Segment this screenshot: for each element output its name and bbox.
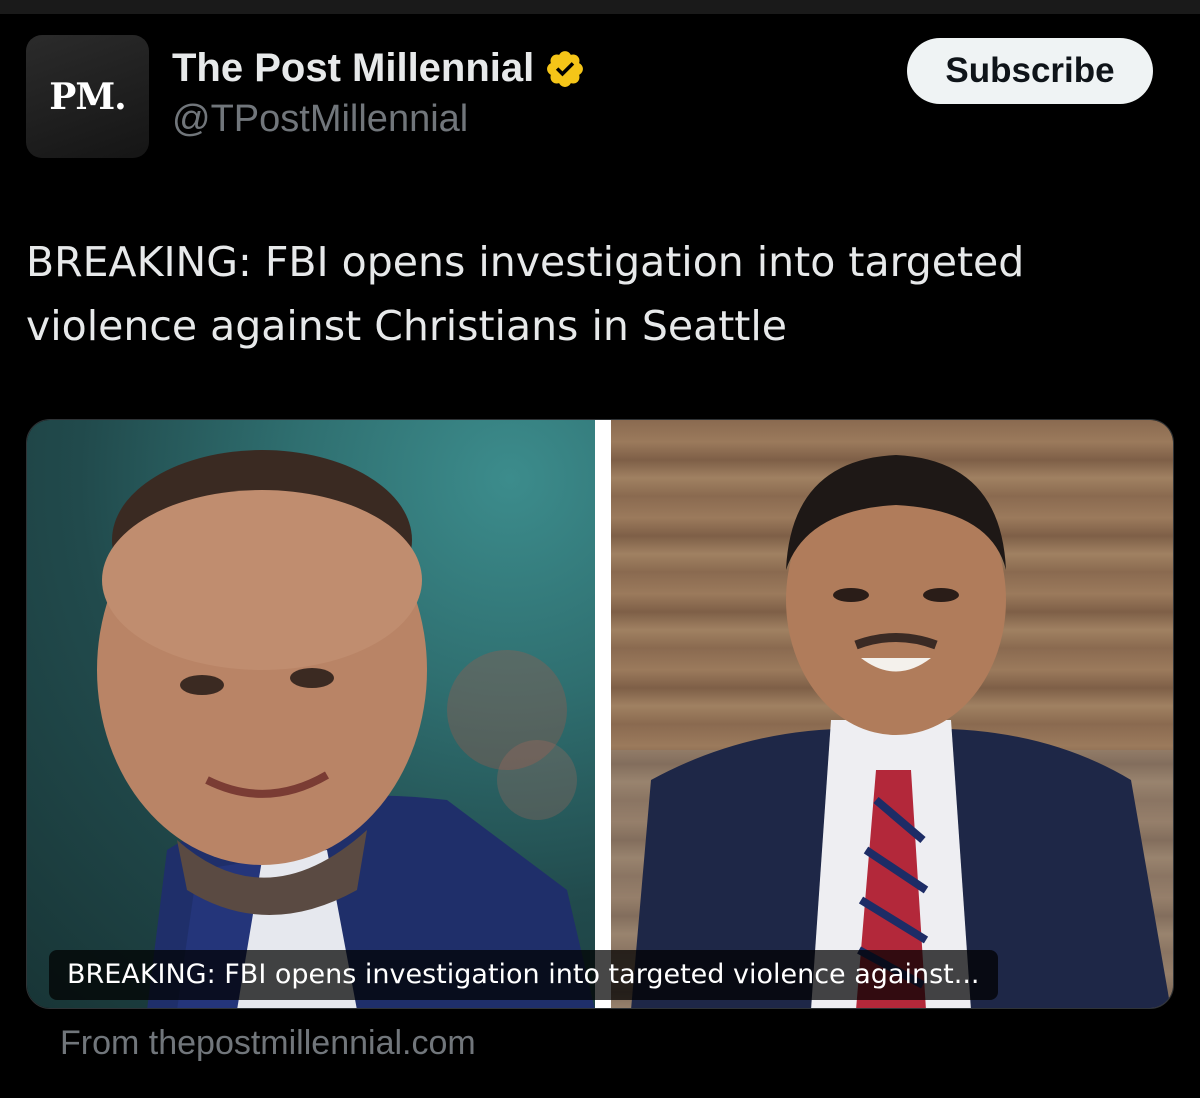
card-caption: BREAKING: FBI opens investigation into t…	[49, 950, 998, 1000]
account-name-row: The Post Millennial	[172, 46, 586, 91]
top-bar	[0, 0, 1200, 14]
right-portrait-image	[611, 420, 1173, 1008]
right-portrait-illustration	[611, 455, 1173, 1008]
link-preview-card[interactable]: BREAKING: FBI opens investigation into t…	[26, 419, 1174, 1009]
avatar-logo-text: PM.	[49, 75, 126, 118]
image-divider	[595, 420, 611, 1008]
left-portrait-illustration	[97, 450, 595, 1008]
display-name[interactable]: The Post Millennial	[172, 46, 534, 91]
card-source-link[interactable]: From thepostmillennial.com	[60, 1024, 476, 1063]
subscribe-button[interactable]: Subscribe	[907, 38, 1153, 104]
account-handle[interactable]: @TPostMillennial	[172, 98, 468, 141]
avatar[interactable]: PM.	[26, 35, 149, 158]
verified-badge-icon[interactable]	[544, 48, 586, 90]
tweet-text: BREAKING: FBI opens investigation into t…	[26, 238, 1025, 350]
left-portrait-image	[27, 420, 595, 1008]
